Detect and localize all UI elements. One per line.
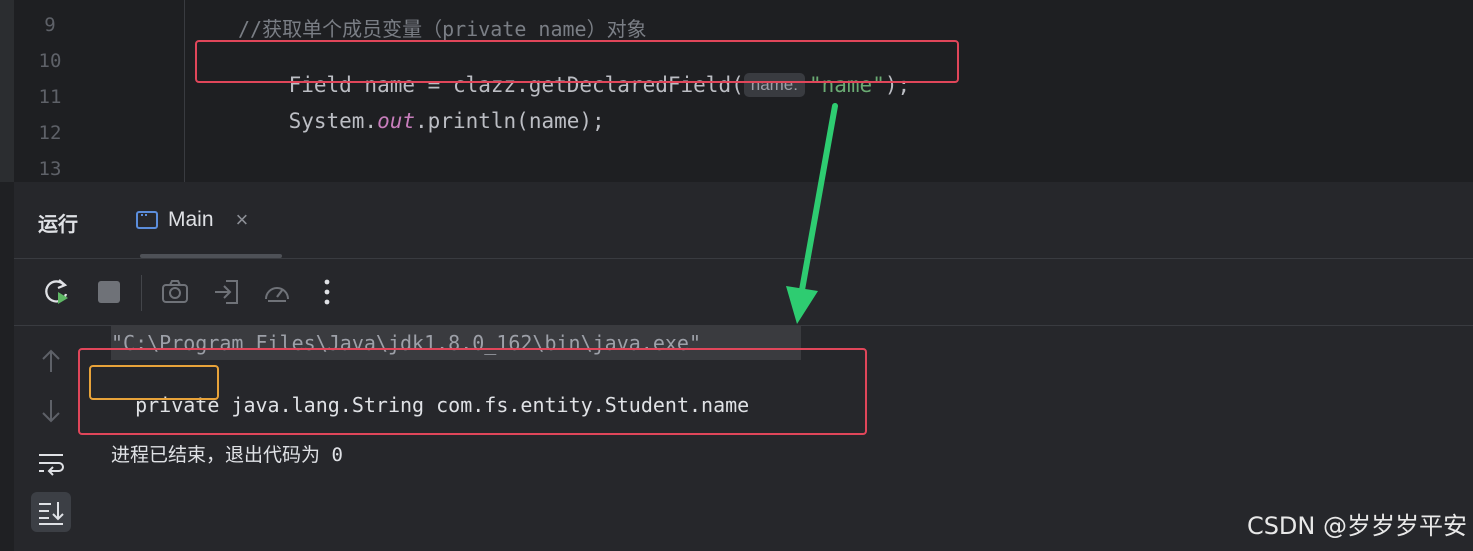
watermark: CSDN @岁岁岁平安 <box>1246 512 1467 540</box>
annotation-arrow <box>786 103 838 324</box>
